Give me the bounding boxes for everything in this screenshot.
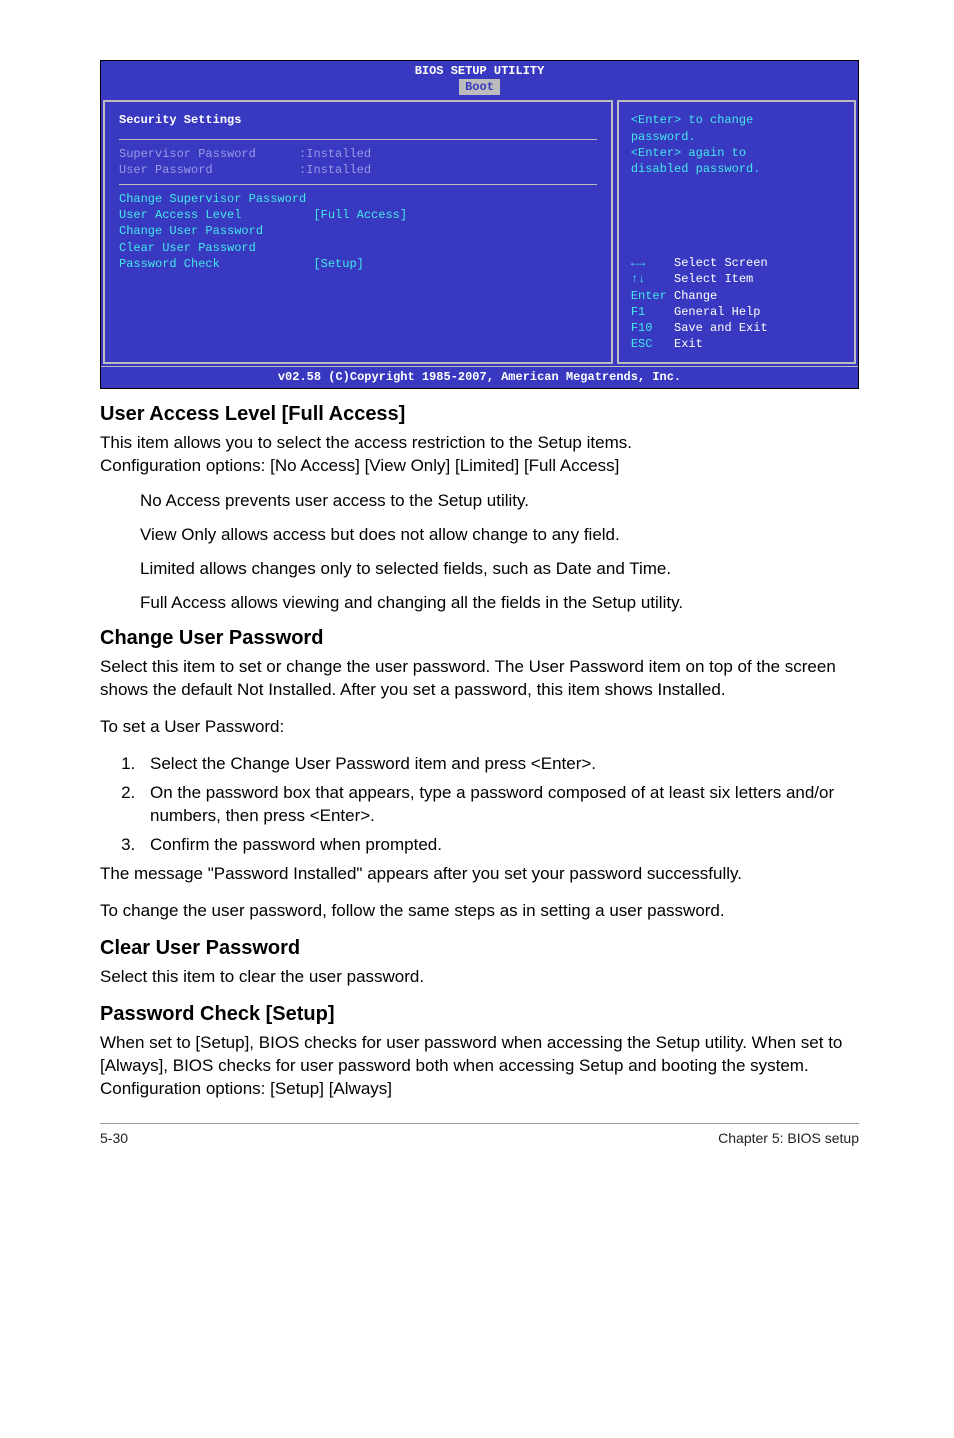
supervisor-password-row: Supervisor Password :Installed xyxy=(119,146,597,162)
user-password-row: User Password :Installed xyxy=(119,162,597,178)
bios-footer: v02.58 (C)Copyright 1985-2007, American … xyxy=(101,366,858,387)
user-access-level-row[interactable]: User Access Level [Full Access] xyxy=(119,207,597,223)
bullet-full-access: Full Access allows viewing and changing … xyxy=(100,593,859,613)
heading-change-user-password: Change User Password xyxy=(100,627,859,650)
heading-user-access-level: User Access Level [Full Access] xyxy=(100,403,859,426)
chapter-title: Chapter 5: BIOS setup xyxy=(718,1130,859,1146)
change-supervisor-password[interactable]: Change Supervisor Password xyxy=(119,191,597,207)
heading-password-check: Password Check [Setup] xyxy=(100,1003,859,1026)
step-1: Select the Change User Password item and… xyxy=(140,753,859,776)
steps-list: Select the Change User Password item and… xyxy=(100,753,859,857)
security-settings-heading: Security Settings xyxy=(119,112,597,128)
body-text: To set a User Password: xyxy=(100,716,859,739)
clear-user-password[interactable]: Clear User Password xyxy=(119,240,597,256)
page-footer: 5-30 Chapter 5: BIOS setup xyxy=(100,1123,859,1146)
bullet-view-only: View Only allows access but does not all… xyxy=(100,525,859,545)
body-text: To change the user password, follow the … xyxy=(100,900,859,923)
body-text: Select this item to set or change the us… xyxy=(100,656,859,702)
bios-screen: BIOS SETUP UTILITY Boot Security Setting… xyxy=(100,60,859,389)
password-check-row[interactable]: Password Check [Setup] xyxy=(119,256,597,272)
page-number: 5-30 xyxy=(100,1130,128,1146)
help-text: password. xyxy=(631,129,848,145)
bios-tabbar: Boot xyxy=(101,79,858,98)
body-text: This item allows you to select the acces… xyxy=(100,432,859,478)
step-2: On the password box that appears, type a… xyxy=(140,782,859,828)
bullet-no-access: No Access prevents user access to the Se… xyxy=(100,491,859,511)
bios-tab-boot[interactable]: Boot xyxy=(459,79,500,95)
step-3: Confirm the password when prompted. xyxy=(140,834,859,857)
bullet-limited: Limited allows changes only to selected … xyxy=(100,559,859,579)
help-text: <Enter> again to xyxy=(631,145,848,161)
help-text: disabled password. xyxy=(631,161,848,177)
help-text: <Enter> to change xyxy=(631,112,848,128)
arrows-ud-icon: ↑↓ xyxy=(631,271,645,287)
body-text: The message "Password Installed" appears… xyxy=(100,863,859,886)
change-user-password[interactable]: Change User Password xyxy=(119,223,597,239)
arrows-lr-icon: ←→ xyxy=(631,255,645,271)
bios-help-panel: <Enter> to change password. <Enter> agai… xyxy=(617,100,856,364)
bios-title: BIOS SETUP UTILITY xyxy=(101,61,858,79)
bios-left-panel: Security Settings Supervisor Password :I… xyxy=(103,100,613,364)
heading-clear-user-password: Clear User Password xyxy=(100,937,859,960)
body-text: When set to [Setup], BIOS checks for use… xyxy=(100,1032,859,1101)
nav-keys: ←→ Select Screen ↑↓ Select Item Enter Ch… xyxy=(631,255,848,352)
body-text: Select this item to clear the user passw… xyxy=(100,966,859,989)
